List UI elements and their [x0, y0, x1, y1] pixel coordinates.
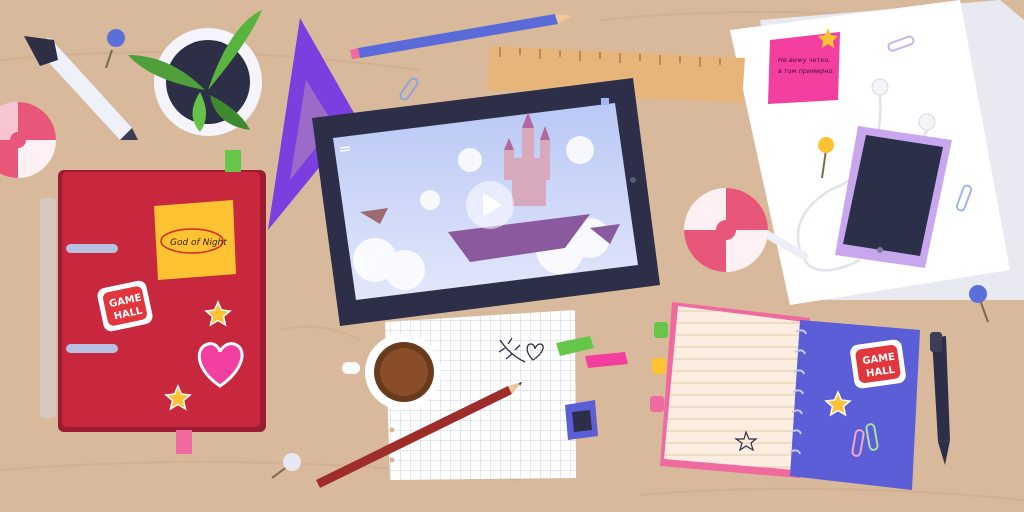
yellow-sticky-note: God of Night: [154, 200, 236, 280]
spiral-notebook: [650, 302, 920, 490]
tablet: [312, 78, 660, 326]
red-folder: [40, 150, 266, 454]
camera-dot: [630, 177, 636, 183]
pink-note-text-1: Не вижу четко,: [778, 56, 830, 64]
pink-note-text-2: в том примерно.: [778, 67, 835, 75]
pencil-sharpener: [565, 400, 598, 440]
fullscreen-icon: [601, 98, 609, 105]
sticky-note-label: God of Night: [170, 238, 227, 248]
desk-scene: Не вижу четко, в том примерно. God of Ni…: [0, 0, 1024, 512]
game-hall-sticker-notebook: GAME HALL: [850, 339, 906, 389]
